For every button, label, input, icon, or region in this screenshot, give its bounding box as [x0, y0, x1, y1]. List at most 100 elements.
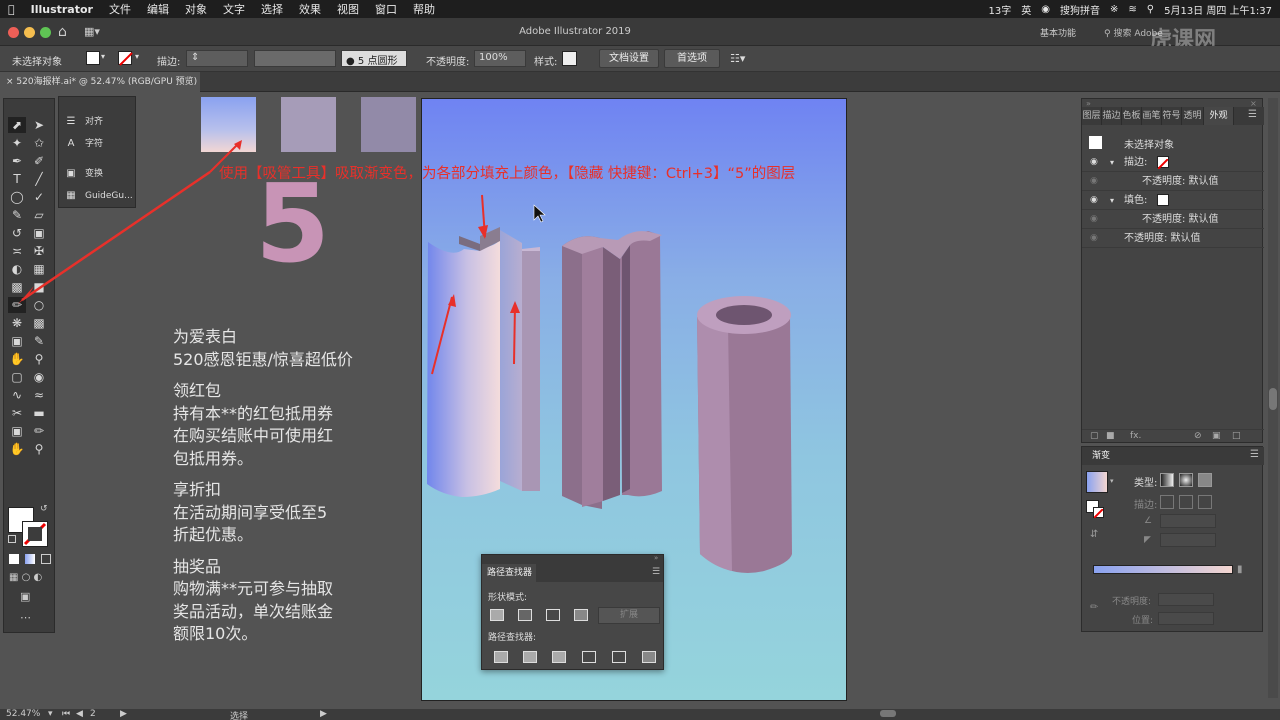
stroke-along-icon[interactable] — [1179, 495, 1193, 509]
scissors-tool-icon[interactable]: ✂ — [8, 405, 26, 421]
panel-menu-icon[interactable]: ☰ — [652, 567, 660, 577]
artboard-tool-icon[interactable]: ▣ — [8, 333, 26, 349]
freeform-gradient-icon[interactable] — [1198, 473, 1212, 487]
bar-shape-piece[interactable] — [500, 230, 540, 491]
stroke-within-icon[interactable] — [1160, 495, 1174, 509]
eyedropper-icon[interactable]: ✏ — [1090, 602, 1098, 613]
collapse-icon[interactable]: » — [654, 554, 658, 562]
intersect-icon[interactable] — [546, 609, 560, 621]
more-tools-icon[interactable]: ⋯ — [20, 611, 31, 624]
arc-shape-piece[interactable] — [427, 227, 500, 497]
slice-tool-icon[interactable]: ✎ — [30, 333, 48, 349]
tab-layers[interactable]: 图层 — [1082, 107, 1102, 125]
first-page-icon[interactable]: ⏮ — [62, 709, 70, 719]
reshape-tool-icon[interactable]: ∿ — [8, 387, 26, 403]
bluetooth-icon[interactable]: ※ — [1110, 4, 1118, 15]
unite-icon[interactable] — [490, 609, 504, 621]
aspect-ratio-input[interactable] — [1160, 533, 1216, 547]
divide-icon[interactable] — [494, 651, 508, 663]
workspace-menu[interactable]: 基本功能 — [1040, 26, 1076, 39]
gradient-mode-icon[interactable] — [25, 554, 35, 564]
visibility-eye-icon[interactable]: ◉ — [1090, 229, 1098, 248]
tab-brushes[interactable]: 画笔 — [1142, 107, 1162, 125]
wifi-icon[interactable]: ≋ — [1128, 4, 1136, 15]
reverse-gradient-icon[interactable]: ⇵ — [1090, 529, 1098, 540]
stroke-color-box[interactable] — [22, 521, 48, 547]
scrollbar-thumb[interactable] — [1269, 388, 1277, 410]
tab-transparency[interactable]: 透明 — [1182, 107, 1204, 125]
measure-tool-icon[interactable]: ▬ — [30, 405, 48, 421]
stop-position-input[interactable] — [1158, 612, 1214, 625]
tab-symbols[interactable]: 符号 — [1162, 107, 1182, 125]
expand-button[interactable]: 扩展 — [598, 607, 660, 624]
draw-mode-icon[interactable]: ▦ ○ ◐ — [9, 572, 42, 583]
next-page-icon[interactable]: ▶ — [120, 709, 127, 719]
chevron-down-icon[interactable]: ▾ — [1110, 477, 1114, 485]
fill-opacity-row[interactable]: ◉ 不透明度: 默认值 — [1082, 210, 1264, 229]
outline-icon[interactable] — [612, 651, 626, 663]
crop-tool-icon[interactable]: ▣ — [8, 423, 26, 439]
trim-icon[interactable] — [523, 651, 537, 663]
hand-tool-2-icon[interactable]: ✋ — [8, 441, 26, 457]
vertical-scrollbar[interactable] — [1268, 98, 1278, 698]
object-opacity-row[interactable]: ◉ 不透明度: 默认值 — [1082, 229, 1264, 248]
panel-menu-icon[interactable]: ☰ — [1248, 109, 1257, 120]
cylinder-shape[interactable] — [697, 296, 792, 573]
add-effect-button[interactable]: fx. — [1130, 431, 1141, 441]
hand-tool-icon[interactable]: ✋ — [8, 351, 26, 367]
gradient-panel-tab[interactable]: 渐变 — [1082, 447, 1264, 465]
default-colors-icon[interactable] — [8, 535, 16, 543]
chevron-down-icon[interactable]: ▾ — [1110, 191, 1114, 210]
add-fill-icon[interactable]: ■ — [1106, 431, 1115, 441]
visibility-eye-icon[interactable]: ◉ — [1090, 191, 1098, 210]
none-mode-icon[interactable] — [41, 554, 51, 564]
preferences-button[interactable]: 首选项 — [664, 49, 720, 68]
linear-gradient-icon[interactable] — [1160, 473, 1174, 487]
fill-row[interactable]: ◉ ▾ 填色: — [1082, 191, 1264, 210]
sogou-label[interactable]: 搜狗拼音 — [1060, 2, 1100, 17]
page-number[interactable]: 2 — [90, 709, 96, 719]
input-lang[interactable]: 英 — [1021, 2, 1031, 17]
duplicate-item-icon[interactable]: ▣ — [1212, 431, 1221, 441]
screen-mode-icon[interactable]: ▣ — [20, 590, 30, 603]
radial-gradient-icon[interactable] — [1179, 473, 1193, 487]
document-setup-button[interactable]: 文档设置 — [599, 49, 659, 68]
zoom-tool-2-icon[interactable]: ⚲ — [30, 441, 48, 457]
visibility-eye-icon[interactable]: ◉ — [1090, 153, 1098, 172]
panel-menu-icon[interactable]: ☰ — [1250, 449, 1259, 460]
stop-opacity-input[interactable] — [1158, 593, 1214, 606]
stroke-row[interactable]: ◉ ▾ 描边: — [1082, 153, 1264, 172]
chevron-down-icon[interactable]: ▾ — [1110, 153, 1114, 172]
zoom-tool-icon[interactable]: ⚲ — [30, 351, 48, 367]
free-transform-tool-icon[interactable]: ▢ — [8, 369, 26, 385]
warp-tool-icon[interactable]: ≈ — [30, 387, 48, 403]
u-shape-3d[interactable] — [562, 231, 662, 509]
visibility-eye-icon[interactable]: ◉ — [1090, 172, 1098, 191]
exclude-icon[interactable] — [574, 609, 588, 621]
add-stroke-icon[interactable]: ▢ — [1090, 431, 1099, 441]
delete-item-icon[interactable]: □ — [1232, 431, 1241, 441]
tab-stroke[interactable]: 描边 — [1102, 107, 1122, 125]
arrange-icon[interactable]: ☷▾ — [730, 52, 745, 65]
prev-page-icon[interactable]: ◀ — [76, 709, 83, 719]
pencil-tool-icon[interactable]: ✏ — [30, 423, 48, 439]
gradient-slider[interactable] — [1093, 565, 1233, 574]
horizontal-scroll-thumb[interactable] — [880, 710, 896, 717]
live-paint-tool-icon[interactable]: ◉ — [30, 369, 48, 385]
swap-colors-icon[interactable]: ↺ — [40, 504, 48, 514]
color-mode-icon[interactable] — [9, 554, 19, 564]
gradient-preview[interactable] — [1086, 471, 1108, 493]
visibility-eye-icon[interactable]: ◉ — [1090, 210, 1098, 229]
fill-swatch[interactable] — [1157, 194, 1169, 206]
pathfinder-tab[interactable]: 路径查找器 — [482, 564, 536, 582]
panel-grip[interactable] — [482, 555, 663, 564]
search-icon[interactable]: ⚲ — [1147, 4, 1154, 15]
stroke-opacity-row[interactable]: ◉ 不透明度: 默认值 — [1082, 172, 1264, 191]
wechat-icon[interactable]: ◉ — [1041, 4, 1050, 15]
tab-appearance[interactable]: 外观 — [1204, 107, 1234, 125]
style-swatch[interactable] — [562, 51, 577, 66]
delete-stop-icon[interactable]: ▮ — [1237, 564, 1243, 575]
minus-back-icon[interactable] — [642, 651, 656, 663]
stroke-across-icon[interactable] — [1198, 495, 1212, 509]
status-menu-icon[interactable]: ▶ — [320, 709, 327, 719]
